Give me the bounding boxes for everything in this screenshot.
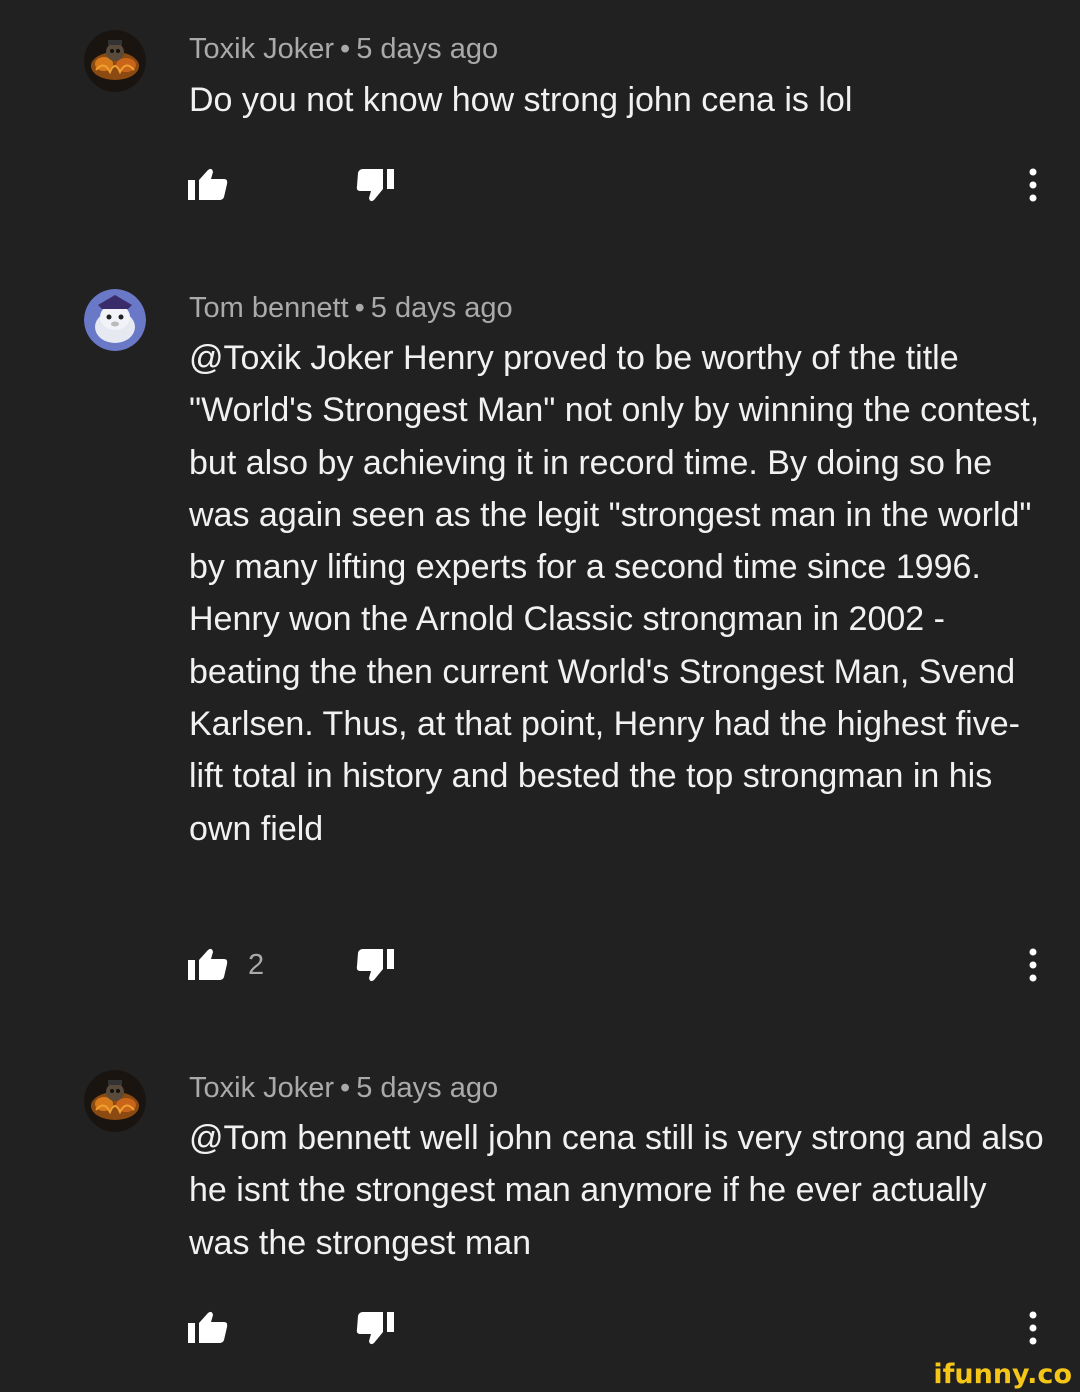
timestamp: 5 days ago bbox=[370, 292, 513, 324]
comment-text: Do you not know how strong john cena is … bbox=[189, 81, 853, 119]
author-name[interactable]: Tom bennett bbox=[189, 292, 349, 324]
avatar[interactable] bbox=[84, 1070, 146, 1132]
comment-text: @Tom bennett well john cena still is ver… bbox=[189, 1119, 1044, 1262]
timestamp: 5 days ago bbox=[356, 1072, 499, 1104]
fire-skull-avatar-icon bbox=[84, 30, 146, 92]
timestamp: 5 days ago bbox=[356, 33, 499, 65]
dislike-button[interactable] bbox=[355, 1303, 399, 1353]
meta-separator: • bbox=[354, 292, 365, 324]
thumbs-down-icon bbox=[356, 169, 394, 202]
like-button[interactable]: 2 bbox=[186, 940, 264, 990]
fire-skull-avatar-icon bbox=[84, 1070, 146, 1132]
thumbs-up-icon bbox=[188, 948, 228, 980]
comment-text: @Toxik Joker Henry proved to be worthy o… bbox=[189, 339, 1040, 848]
like-count: 2 bbox=[248, 948, 265, 981]
avatar[interactable] bbox=[84, 289, 146, 351]
more-vertical-icon bbox=[1029, 1311, 1037, 1345]
meta-separator: • bbox=[340, 1072, 351, 1104]
thumbs-down-icon bbox=[356, 949, 394, 982]
meta-separator: • bbox=[340, 33, 351, 65]
avatar[interactable] bbox=[84, 30, 146, 92]
dislike-button[interactable] bbox=[355, 940, 399, 990]
more-vertical-icon bbox=[1029, 168, 1037, 202]
thumbs-down-icon bbox=[356, 1312, 394, 1345]
white-creature-avatar-icon bbox=[84, 289, 146, 351]
like-button[interactable] bbox=[186, 1303, 248, 1353]
thumbs-up-icon bbox=[188, 168, 228, 200]
more-vertical-icon bbox=[1029, 948, 1037, 982]
author-name[interactable]: Toxik Joker bbox=[189, 33, 334, 65]
thumbs-up-icon bbox=[188, 1311, 228, 1343]
author-name[interactable]: Toxik Joker bbox=[189, 1072, 334, 1104]
like-button[interactable] bbox=[186, 160, 248, 210]
comment-meta: Toxik Joker • 5 days ago bbox=[189, 31, 498, 67]
comment-actions bbox=[0, 1303, 1080, 1353]
ifunny-watermark: ifunny.co bbox=[933, 1359, 1072, 1390]
more-options-button[interactable] bbox=[1018, 1303, 1048, 1353]
dislike-button[interactable] bbox=[355, 160, 399, 210]
comment-meta: Tom bennett • 5 days ago bbox=[189, 290, 513, 326]
comment-meta: Toxik Joker • 5 days ago bbox=[189, 1070, 498, 1106]
comment-actions: 2 bbox=[0, 940, 1080, 990]
more-options-button[interactable] bbox=[1018, 940, 1048, 990]
comment-actions bbox=[0, 160, 1080, 210]
more-options-button[interactable] bbox=[1018, 160, 1048, 210]
